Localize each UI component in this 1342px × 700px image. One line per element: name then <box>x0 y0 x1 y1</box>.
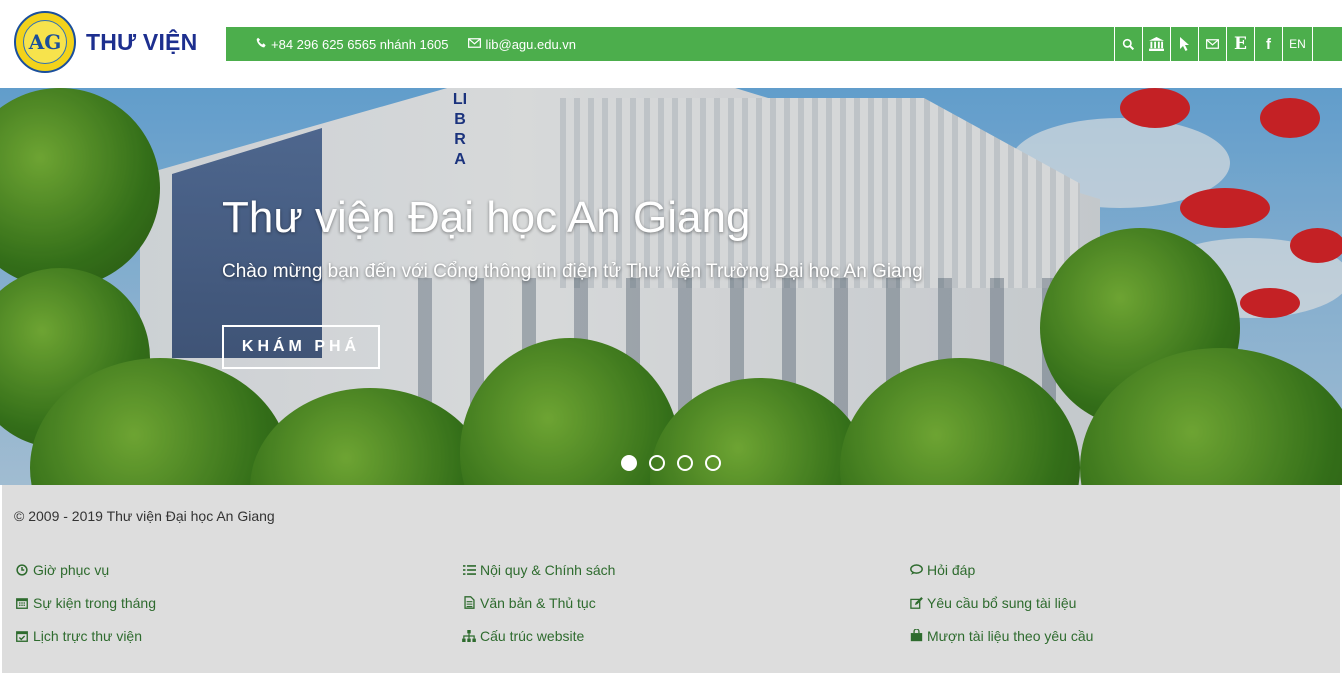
footer-link-duty-schedule[interactable]: Lịch trực thư viện <box>14 627 461 644</box>
logo-emblem: AG <box>14 11 76 73</box>
footer-link-request-materials[interactable]: Yêu cầu bổ sung tài liệu <box>908 594 1328 611</box>
site-footer: © 2009 - 2019 Thư viện Đại học An Giang … <box>2 485 1340 673</box>
phone-icon <box>256 37 267 51</box>
footer-links: Giờ phục vụ Nội quy & Chính sách Hỏi đáp… <box>14 561 1334 644</box>
logo[interactable]: AG THƯ VIỆN <box>14 11 197 73</box>
footer-link-borrow-on-request[interactable]: Mượn tài liệu theo yêu cầu <box>908 627 1328 644</box>
toolbar-spacer <box>1312 27 1342 61</box>
site-header: AG THƯ VIỆN +84 296 625 6565 nhánh 1605 … <box>0 0 1342 88</box>
cursor-button[interactable] <box>1170 27 1198 61</box>
hero-title: Thư viện Đại học An Giang <box>222 193 751 242</box>
edit-icon <box>908 596 924 609</box>
explore-button[interactable]: KHÁM PHÁ <box>222 325 380 369</box>
logo-text: THƯ VIỆN <box>86 28 198 55</box>
document-icon <box>461 596 477 609</box>
bank-icon <box>1149 37 1164 51</box>
facebook-button[interactable]: f <box>1254 27 1282 61</box>
mail-button[interactable] <box>1198 27 1226 61</box>
mail-icon <box>1206 39 1219 49</box>
phone-contact[interactable]: +84 296 625 6565 nhánh 1605 <box>256 37 448 52</box>
footer-link-site-structure[interactable]: Cấu trúc website <box>461 627 908 644</box>
carousel-dot-2[interactable] <box>649 455 665 471</box>
list-icon <box>461 564 477 576</box>
footer-link-monthly-events[interactable]: Sự kiện trong tháng <box>14 594 461 611</box>
footer-link-rules-policy[interactable]: Nội quy & Chính sách <box>461 561 908 578</box>
calendar-icon <box>14 597 30 609</box>
carousel-dot-4[interactable] <box>705 455 721 471</box>
carousel-indicators <box>621 455 733 471</box>
cursor-icon <box>1179 37 1190 51</box>
carousel-dot-3[interactable] <box>677 455 693 471</box>
hero-overlay <box>0 88 1342 485</box>
language-label: EN <box>1289 37 1306 51</box>
phone-number: +84 296 625 6565 nhánh 1605 <box>271 36 449 52</box>
footer-link-documents-procedures[interactable]: Văn bản & Thủ tục <box>461 594 908 611</box>
hero-subtitle: Chào mừng bạn đến với Cổng thông tin điệ… <box>222 261 923 282</box>
sitemap-icon <box>461 629 477 642</box>
shopping-bag-icon <box>908 629 924 642</box>
hero-carousel: LIBRA Thư viện Đại học An Giang Chào mừn… <box>0 88 1342 485</box>
logo-mark: AG <box>28 30 62 54</box>
e-icon: E <box>1234 34 1247 54</box>
top-bar: +84 296 625 6565 nhánh 1605 lib@agu.edu.… <box>226 27 1342 61</box>
calendar-check-icon <box>14 630 30 642</box>
search-icon <box>1122 38 1135 51</box>
language-button[interactable]: EN <box>1282 27 1312 61</box>
search-button[interactable] <box>1114 27 1142 61</box>
institution-button[interactable] <box>1142 27 1170 61</box>
copyright: © 2009 - 2019 Thư viện Đại học An Giang <box>14 508 275 524</box>
toolbar: E f EN <box>1114 27 1342 61</box>
email-contact[interactable]: lib@agu.edu.vn <box>468 37 576 52</box>
footer-link-faq[interactable]: Hỏi đáp <box>908 561 1328 578</box>
envelope-icon <box>468 37 482 51</box>
footer-link-service-hours[interactable]: Giờ phục vụ <box>14 561 461 578</box>
clock-icon <box>14 563 30 576</box>
e-resource-button[interactable]: E <box>1226 27 1254 61</box>
facebook-icon: f <box>1266 35 1271 53</box>
email-address: lib@agu.edu.vn <box>485 36 577 52</box>
carousel-dot-1[interactable] <box>621 455 637 471</box>
comment-icon <box>908 564 924 575</box>
